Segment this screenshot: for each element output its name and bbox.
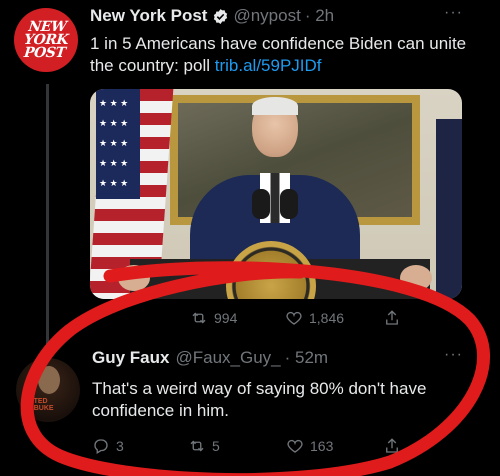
reply-like-count: 163 xyxy=(310,438,334,454)
tweet-header: New York Post @nypost · 2h xyxy=(90,6,334,26)
tweet-time: · 2h xyxy=(304,6,335,25)
microphone xyxy=(280,189,298,219)
share-icon xyxy=(386,438,398,453)
nypost-avatar[interactable]: NEW YORK POST xyxy=(14,8,78,72)
reply-author-name[interactable]: Guy Faux xyxy=(92,348,169,368)
retweet-icon xyxy=(192,312,206,324)
speaker-hair xyxy=(252,97,298,115)
microphone xyxy=(252,189,270,219)
reply-time: · 52m xyxy=(284,348,329,367)
reply-button[interactable]: 3 xyxy=(92,437,124,455)
reply-more-icon[interactable]: ··· xyxy=(444,346,463,364)
reply-retweet-button[interactable]: 5 xyxy=(188,437,220,455)
retweet-icon xyxy=(190,440,204,452)
left-hand xyxy=(118,265,150,291)
like-button[interactable]: 1,846 xyxy=(285,309,344,327)
tweet-more-icon[interactable]: ··· xyxy=(444,4,463,22)
avatar-figure xyxy=(38,366,60,394)
tweet-text: 1 in 5 Americans have confidence Biden c… xyxy=(90,33,470,77)
reply-avatar[interactable]: BATED REBUKE xyxy=(16,358,80,422)
like-count: 1,846 xyxy=(309,310,345,326)
heart-icon xyxy=(287,439,303,453)
avatar-logo-text: NEW YORK POST xyxy=(23,18,69,61)
avatar-caption: BATED REBUKE xyxy=(24,398,54,412)
presidential-flag xyxy=(436,119,462,299)
thread-connector-line xyxy=(46,84,49,354)
reply-retweet-count: 5 xyxy=(212,438,220,454)
retweet-button[interactable]: 994 xyxy=(190,309,237,327)
retweet-count: 994 xyxy=(214,310,238,326)
reply-like-button[interactable]: 163 xyxy=(286,437,333,455)
reply-header: Guy Faux @Faux_Guy_ · 52m xyxy=(92,348,328,368)
reply-count: 3 xyxy=(116,438,124,454)
microphones xyxy=(248,189,304,229)
right-hand xyxy=(400,265,432,291)
author-name[interactable]: New York Post xyxy=(90,6,207,26)
reply-icon xyxy=(94,439,108,454)
flag-canton xyxy=(96,89,140,199)
reply-share-button[interactable] xyxy=(383,437,401,455)
speaker xyxy=(240,97,310,177)
share-icon xyxy=(386,310,398,325)
reply-text: That's a weird way of saying 80% don't h… xyxy=(92,379,427,420)
verified-badge-icon xyxy=(214,8,228,24)
tweet-link[interactable]: trib.al/59PJIDf xyxy=(215,56,322,75)
heart-icon xyxy=(286,311,302,325)
reply-author-handle[interactable]: @Faux_Guy_ xyxy=(175,348,280,368)
tweet-image[interactable] xyxy=(90,89,462,299)
author-handle[interactable]: @nypost xyxy=(233,6,300,26)
share-button[interactable] xyxy=(383,309,401,327)
